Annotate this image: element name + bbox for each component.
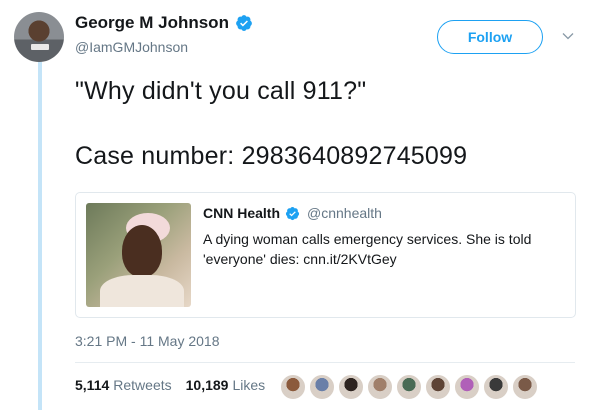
quoted-tweet-text: A dying woman calls emergency services. … bbox=[203, 231, 532, 267]
liker-avatar[interactable] bbox=[367, 374, 393, 400]
author-display-name[interactable]: George M Johnson bbox=[75, 13, 229, 33]
liker-avatar[interactable] bbox=[512, 374, 538, 400]
tweet-text-line-1: "Why didn't you call 911?" bbox=[75, 77, 367, 105]
author-handle[interactable]: @IamGMJohnson bbox=[75, 39, 188, 55]
verified-badge-icon bbox=[285, 206, 300, 220]
liker-avatar[interactable] bbox=[396, 374, 422, 400]
chevron-down-icon[interactable] bbox=[562, 30, 574, 42]
likes-label: Likes bbox=[232, 377, 266, 393]
tweet-stats: 5,114 Retweets 10,189 Likes bbox=[75, 377, 279, 393]
quoted-author-handle: @cnnhealth bbox=[307, 205, 382, 221]
image-face bbox=[122, 225, 162, 277]
retweets-stat[interactable]: 5,114 Retweets bbox=[75, 377, 172, 393]
liker-avatar[interactable] bbox=[425, 374, 451, 400]
quoted-tweet-image bbox=[86, 203, 191, 307]
image-shoulders bbox=[100, 275, 184, 307]
liker-avatars bbox=[280, 374, 541, 400]
thread-line bbox=[38, 62, 42, 410]
stats-divider bbox=[75, 362, 575, 363]
author-name-row: George M Johnson bbox=[75, 13, 253, 33]
likes-count: 10,189 bbox=[185, 377, 229, 393]
tweet-text-line-2: Case number: 2983640892745099 bbox=[75, 142, 468, 170]
quoted-author-name: CNN Health bbox=[203, 205, 281, 221]
quoted-author-row: CNN Health @cnnhealth bbox=[203, 205, 382, 221]
tweet-timestamp[interactable]: 3:21 PM - 11 May 2018 bbox=[75, 333, 219, 349]
liker-avatar[interactable] bbox=[280, 374, 306, 400]
verified-badge-icon bbox=[236, 15, 252, 31]
liker-avatar[interactable] bbox=[454, 374, 480, 400]
likes-stat[interactable]: 10,189 Likes bbox=[186, 377, 266, 393]
follow-button[interactable]: Follow bbox=[437, 20, 543, 54]
liker-avatar[interactable] bbox=[309, 374, 335, 400]
avatar-shirt-logo bbox=[31, 44, 49, 50]
avatar[interactable] bbox=[14, 12, 64, 62]
liker-avatar[interactable] bbox=[483, 374, 509, 400]
retweets-count: 5,114 bbox=[75, 377, 110, 393]
retweets-label: Retweets bbox=[113, 377, 172, 393]
quoted-tweet-card[interactable]: CNN Health @cnnhealth A dying woman call… bbox=[75, 192, 576, 318]
liker-avatar[interactable] bbox=[338, 374, 364, 400]
